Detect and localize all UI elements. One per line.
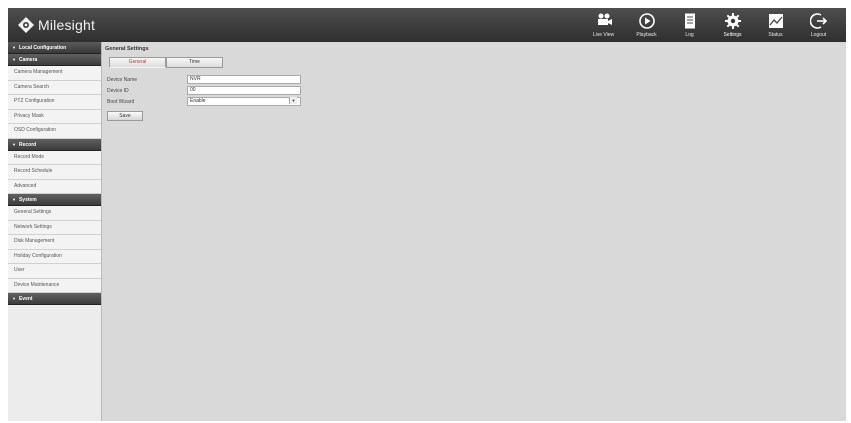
save-button[interactable]: Save (107, 111, 143, 121)
collapse-triangle-icon: ▼ (12, 141, 16, 147)
device-id-label: Device ID (107, 87, 129, 94)
general-settings-form: Device Name NVR Device ID 00 Boot Wizard… (105, 74, 301, 121)
nav-label: Playback (636, 32, 657, 38)
device-id-input[interactable]: 00 (187, 86, 301, 95)
tab-general[interactable]: General (109, 57, 166, 68)
section-label: Event (18, 296, 33, 302)
sidebar-item-camera-management[interactable]: Camera Management (8, 66, 101, 81)
top-nav: Live View Playback Log Settings Status L… (582, 10, 840, 40)
sidebar-item-record-schedule[interactable]: Record Schedule (8, 165, 101, 180)
form-row: Device ID 00 (105, 85, 301, 96)
sidebar-section-system[interactable]: ▼ System (8, 194, 101, 206)
sidebar-item-user[interactable]: User (8, 264, 101, 279)
section-label: Record (18, 141, 37, 148)
nav-live-view[interactable]: Live View (582, 10, 625, 40)
sidebar-item-holiday-configuration[interactable]: Holiday Configuration (8, 249, 101, 264)
device-name-label: Device Name (107, 76, 138, 83)
section-label: Camera (18, 57, 38, 63)
nav-label: Settings (723, 32, 742, 38)
sidebar-section-camera[interactable]: ▼ Camera (8, 54, 101, 66)
boot-wizard-select[interactable]: Enable ▼ (187, 97, 301, 106)
sidebar-item-camera-search[interactable]: Camera Search (8, 80, 101, 95)
main-content: General Settings General Time Device Nam… (105, 46, 301, 121)
sidebar-item-record-mode[interactable]: Record Mode (8, 150, 101, 165)
page-title: General Settings (105, 46, 149, 52)
sidebar-item-general-settings[interactable]: General Settings (8, 206, 101, 221)
gear-icon (724, 13, 741, 29)
nav-label: Live View (592, 32, 615, 38)
device-name-input[interactable]: NVR (187, 75, 301, 84)
section-label: System (18, 197, 37, 203)
form-row: Device Name NVR (105, 74, 301, 85)
sidebar-title[interactable]: ▼ Local Configuration (8, 42, 101, 54)
collapse-triangle-icon: ▼ (12, 197, 16, 202)
nav-settings[interactable]: Settings (711, 10, 754, 40)
app-window: Milesight Live View Playback Log Setting… (8, 8, 846, 421)
sidebar-item-disk-management[interactable]: Disk Management (8, 235, 101, 250)
sidebar-item-device-maintenance[interactable]: Device Maintenance (8, 278, 101, 293)
chevron-down-icon: ▼ (289, 97, 297, 104)
form-row: Boot Wizard Enable ▼ (105, 96, 301, 107)
milesight-logo-icon (18, 17, 34, 33)
sidebar-title-label: Local Configuration (18, 45, 67, 51)
collapse-triangle-icon: ▼ (12, 296, 16, 301)
nav-playback[interactable]: Playback (625, 10, 668, 40)
top-bar: Milesight Live View Playback Log Setting… (8, 8, 846, 42)
sidebar-item-network-settings[interactable]: Network Settings (8, 220, 101, 235)
nav-logout[interactable]: Logout (797, 10, 840, 40)
collapse-triangle-icon: ▼ (12, 57, 16, 62)
tab-time[interactable]: Time (166, 57, 223, 68)
status-icon (768, 14, 783, 28)
boot-wizard-value: Enable (187, 97, 301, 106)
nav-log[interactable]: Log (668, 10, 711, 40)
tab-bar: General Time (109, 57, 301, 68)
sidebar: ▼ Local Configuration ▼ Camera Camera Mana… (8, 42, 102, 421)
sidebar-item-advanced[interactable]: Advanced (8, 179, 101, 194)
log-icon (684, 13, 695, 29)
nav-label: Logout (810, 32, 827, 38)
brand-logo: Milesight (18, 17, 95, 33)
nav-label: Status (768, 32, 783, 38)
brand-name: Milesight (38, 17, 96, 33)
collapse-triangle-icon: ▼ (12, 45, 16, 50)
playback-icon (638, 13, 655, 29)
sidebar-item-osd-configuration[interactable]: OSD Configuration (8, 124, 101, 139)
nav-status[interactable]: Status (754, 10, 797, 40)
camera-icon (597, 13, 612, 25)
sidebar-item-ptz-configuration[interactable]: PTZ Configuration (8, 95, 101, 110)
sidebar-section-record[interactable]: ▼ Record (8, 138, 101, 151)
boot-wizard-label: Boot Wizard (107, 98, 135, 105)
sidebar-section-event[interactable]: ▼ Event (8, 293, 101, 305)
logout-icon (809, 13, 827, 29)
sidebar-item-privacy-mask[interactable]: Privacy Mask (8, 109, 101, 124)
nav-label: Log (685, 32, 694, 38)
